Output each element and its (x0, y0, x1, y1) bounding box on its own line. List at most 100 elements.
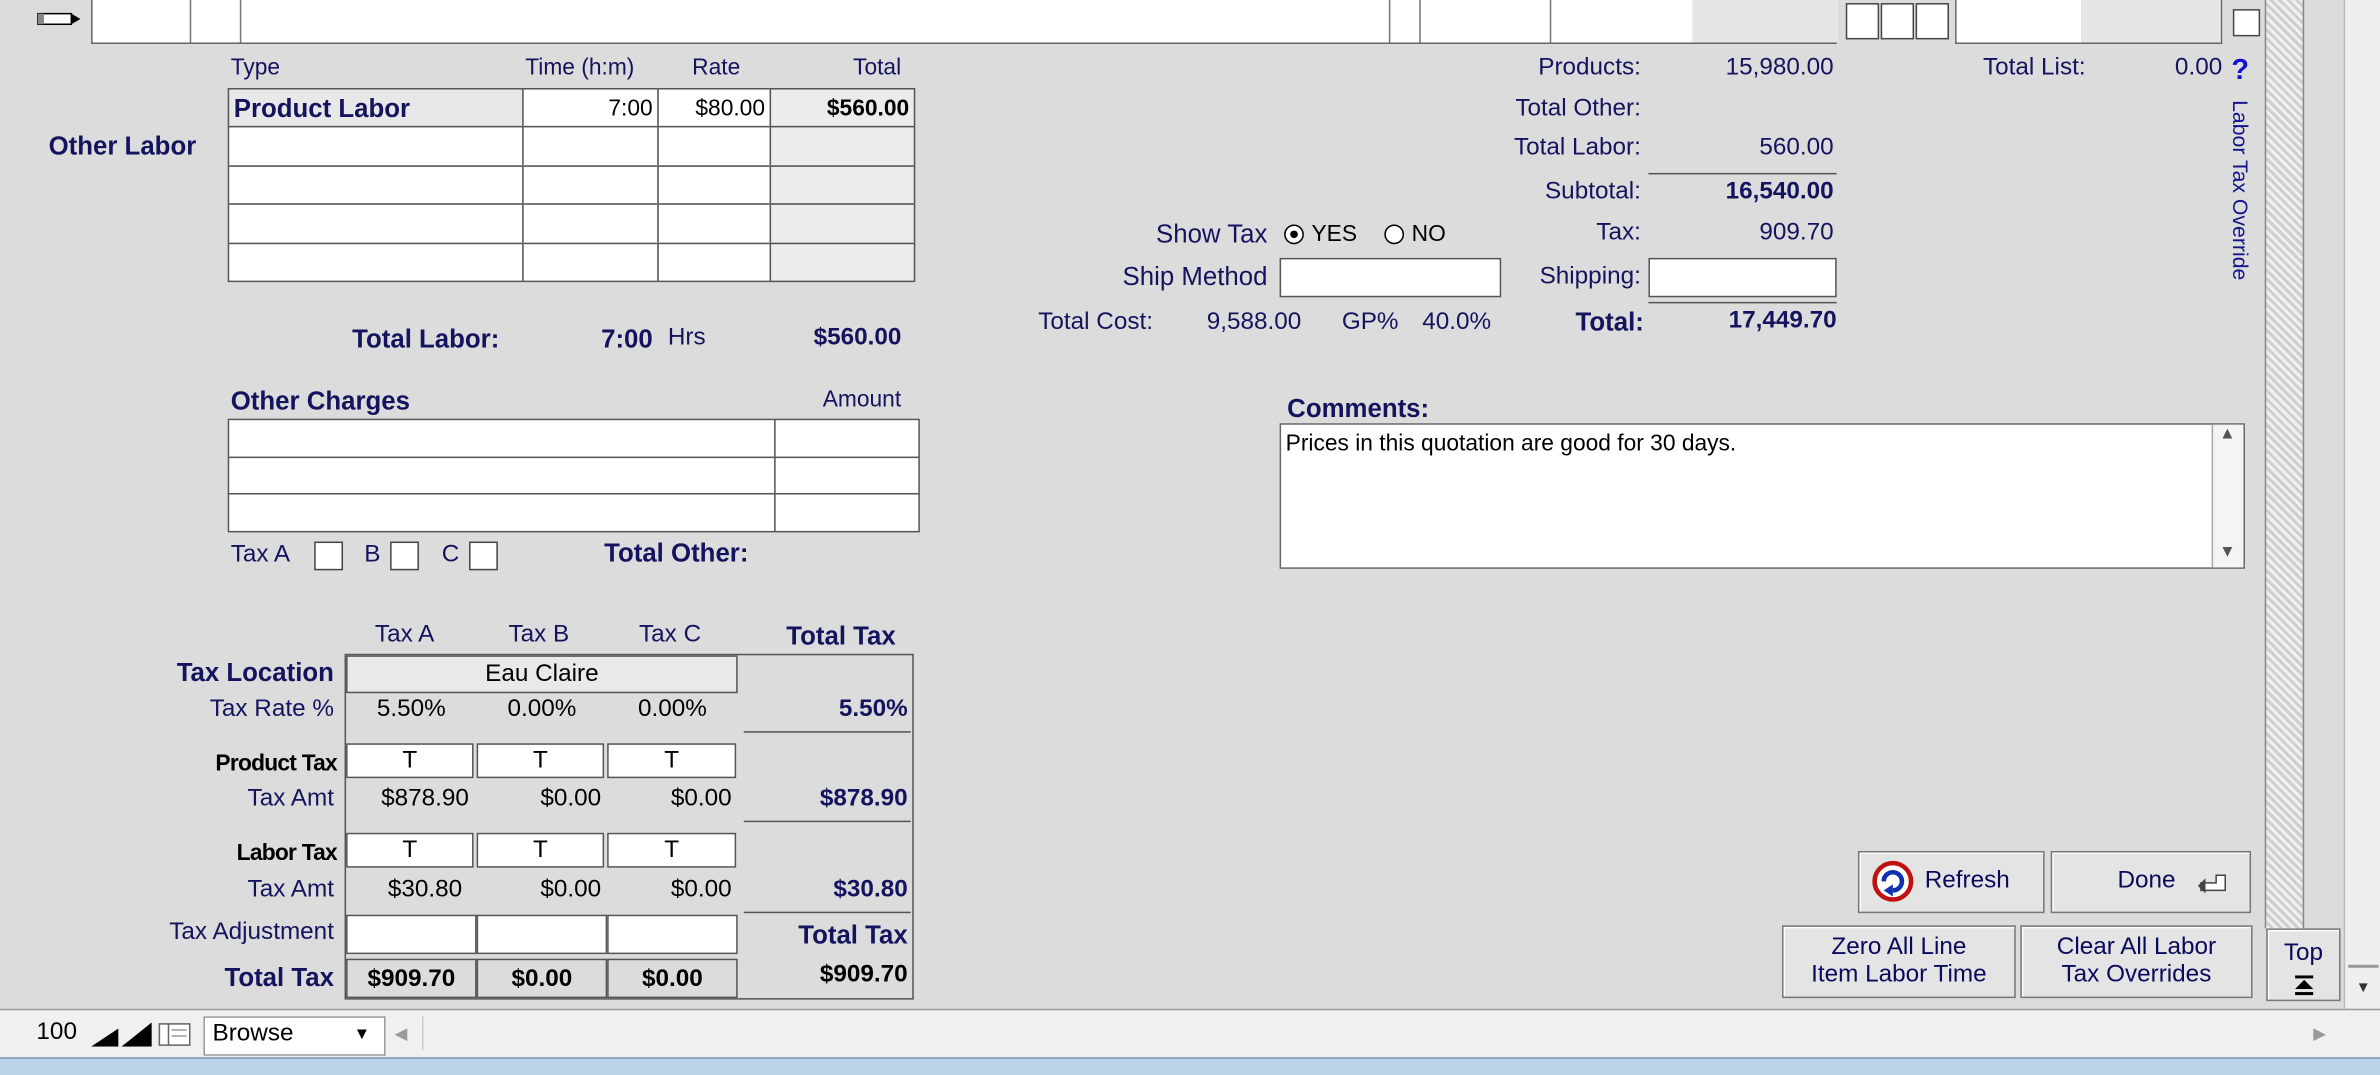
record-field[interactable] (1550, 0, 1694, 43)
zero-button-line2: Item Labor Time (1811, 961, 1987, 988)
tax-c-checkbox[interactable] (469, 541, 498, 571)
tax-adjustment-b[interactable] (476, 914, 608, 955)
tax-rate-total: 5.50% (838, 696, 908, 723)
comments-textarea[interactable]: Prices in this quotation are good for 30… (1279, 423, 2245, 569)
labor-tax-b-flag[interactable]: T (476, 832, 605, 868)
labor-tax-override-vertical-label[interactable]: Labor Tax Override (2228, 100, 2252, 280)
labor-tax-amt-a: $30.80 (387, 876, 463, 903)
product-tax-b-flag[interactable]: T (476, 743, 605, 779)
select-checkbox[interactable] (2232, 9, 2261, 37)
product-tax-a-flag[interactable]: T (346, 743, 474, 779)
record-field[interactable] (1957, 0, 2083, 43)
record-field[interactable] (93, 0, 192, 43)
charge-description-cell[interactable] (227, 493, 776, 533)
record-field[interactable] (190, 0, 242, 43)
labor-time-cell[interactable] (522, 126, 659, 167)
record-field[interactable] (2081, 0, 2221, 43)
row-checkbox[interactable] (1880, 3, 1915, 40)
tax-b-checkbox[interactable] (390, 541, 419, 571)
return-arrow-icon (2195, 869, 2231, 896)
labor-tax-amt-b: $0.00 (540, 876, 602, 903)
mode-select[interactable]: Browse ▼ (203, 1016, 386, 1056)
charge-amount-cell[interactable] (774, 455, 920, 495)
scroll-right-icon[interactable]: ▶ (2313, 1024, 2326, 1043)
total-tax-c: $0.00 (607, 958, 738, 999)
window-bottom-border (0, 1057, 2380, 1075)
labor-type-cell[interactable] (227, 203, 524, 244)
row-checkbox[interactable] (1845, 3, 1880, 40)
mode-select-value: Browse (212, 1020, 294, 1047)
tax-c-header: Tax C (639, 621, 702, 648)
labor-total-cell (769, 203, 916, 244)
tax-b-header: Tax B (508, 621, 570, 648)
tax-adjustment-a[interactable] (346, 914, 477, 955)
record-field[interactable] (240, 0, 1391, 43)
tax-location-label: Tax Location (176, 658, 334, 688)
zero-all-line-item-labor-time-button[interactable]: Zero All Line Item Labor Time (1782, 925, 2016, 999)
top-record-row-right (1955, 0, 2223, 44)
show-tax-yes-radio[interactable] (1284, 224, 1304, 245)
labor-rate-cell[interactable] (657, 165, 772, 206)
show-tax-no-radio[interactable] (1384, 224, 1405, 245)
total-labor-amount: $560.00 (813, 324, 902, 351)
comments-scrollbar[interactable]: ▲ ▼ (2211, 424, 2244, 568)
record-field[interactable] (1389, 0, 1421, 43)
labor-time-cell[interactable]: 7:00 (522, 87, 659, 129)
tax-summary-label: Tax: (1596, 219, 1641, 246)
top-label: Top (2283, 940, 2323, 967)
horizontal-scrollbar[interactable] (421, 1016, 2342, 1050)
layout-window: Other Labor Type Time (h:m) Rate Total P… (0, 0, 2380, 1075)
row-checkbox[interactable] (1915, 3, 1949, 40)
arrow-to-top-icon (2295, 975, 2314, 996)
tax-a-checkbox[interactable] (314, 541, 344, 571)
record-field[interactable] (1419, 0, 1552, 43)
labor-rate-cell[interactable] (657, 242, 772, 283)
charge-amount-cell[interactable] (774, 493, 920, 533)
help-icon[interactable]: ? (2231, 55, 2249, 88)
scroll-thumb[interactable] (2348, 964, 2379, 968)
divider (743, 911, 911, 914)
labor-tax-c-flag[interactable]: T (607, 832, 737, 868)
labor-rate-cell[interactable]: $80.00 (657, 87, 772, 129)
show-tax-no-label: NO (1411, 221, 1446, 248)
done-button[interactable]: Done (2050, 850, 2252, 914)
top-button[interactable]: Top (2266, 928, 2341, 1002)
labor-tax-a-flag[interactable]: T (346, 832, 474, 868)
scroll-left-icon[interactable]: ◀ (395, 1024, 408, 1043)
scroll-down-icon[interactable]: ▼ (2219, 543, 2236, 561)
labor-total-header: Total (853, 54, 902, 81)
ship-method-field[interactable] (1279, 257, 1502, 298)
labor-rate-cell[interactable] (657, 126, 772, 167)
labor-time-cell[interactable] (522, 165, 659, 206)
labor-type-cell[interactable] (227, 126, 524, 167)
zoom-out-icon[interactable] (91, 1022, 119, 1047)
shipping-field[interactable] (1648, 257, 1837, 298)
total-tax-a: $909.70 (346, 958, 477, 999)
labor-total-cell: $560.00 (769, 87, 916, 129)
labor-type-cell[interactable]: Product Labor (227, 87, 524, 129)
window-scrollbar[interactable]: ▼ (2343, 0, 2380, 1009)
charge-description-cell[interactable] (227, 455, 776, 495)
tax-location-field[interactable]: Eau Claire (346, 655, 738, 694)
labor-type-cell[interactable] (227, 165, 524, 206)
product-tax-c-flag[interactable]: T (607, 743, 737, 779)
zoom-level[interactable]: 100 (36, 1019, 77, 1046)
record-field[interactable] (1692, 0, 1839, 43)
status-toggle-icon[interactable] (158, 1022, 191, 1046)
layout-right-margin (2264, 0, 2305, 929)
pencil-icon[interactable] (36, 9, 82, 27)
clear-all-labor-tax-overrides-button[interactable]: Clear All Labor Tax Overrides (2020, 925, 2253, 999)
scroll-down-icon[interactable]: ▼ (2356, 980, 2371, 997)
refresh-button[interactable]: Refresh (1857, 850, 2045, 914)
scroll-up-icon[interactable]: ▲ (2219, 425, 2236, 443)
labor-time-cell[interactable] (522, 203, 659, 244)
tax-adjustment-c[interactable] (607, 914, 738, 955)
total-labor-summary-value: 560.00 (1759, 135, 1834, 161)
labor-type-cell[interactable] (227, 242, 524, 283)
charge-description-cell[interactable] (227, 418, 776, 458)
zoom-in-icon[interactable] (121, 1022, 152, 1047)
chevron-down-icon: ▼ (353, 1025, 371, 1044)
charge-amount-cell[interactable] (774, 418, 920, 458)
labor-time-cell[interactable] (522, 242, 659, 283)
labor-rate-cell[interactable] (657, 203, 772, 244)
